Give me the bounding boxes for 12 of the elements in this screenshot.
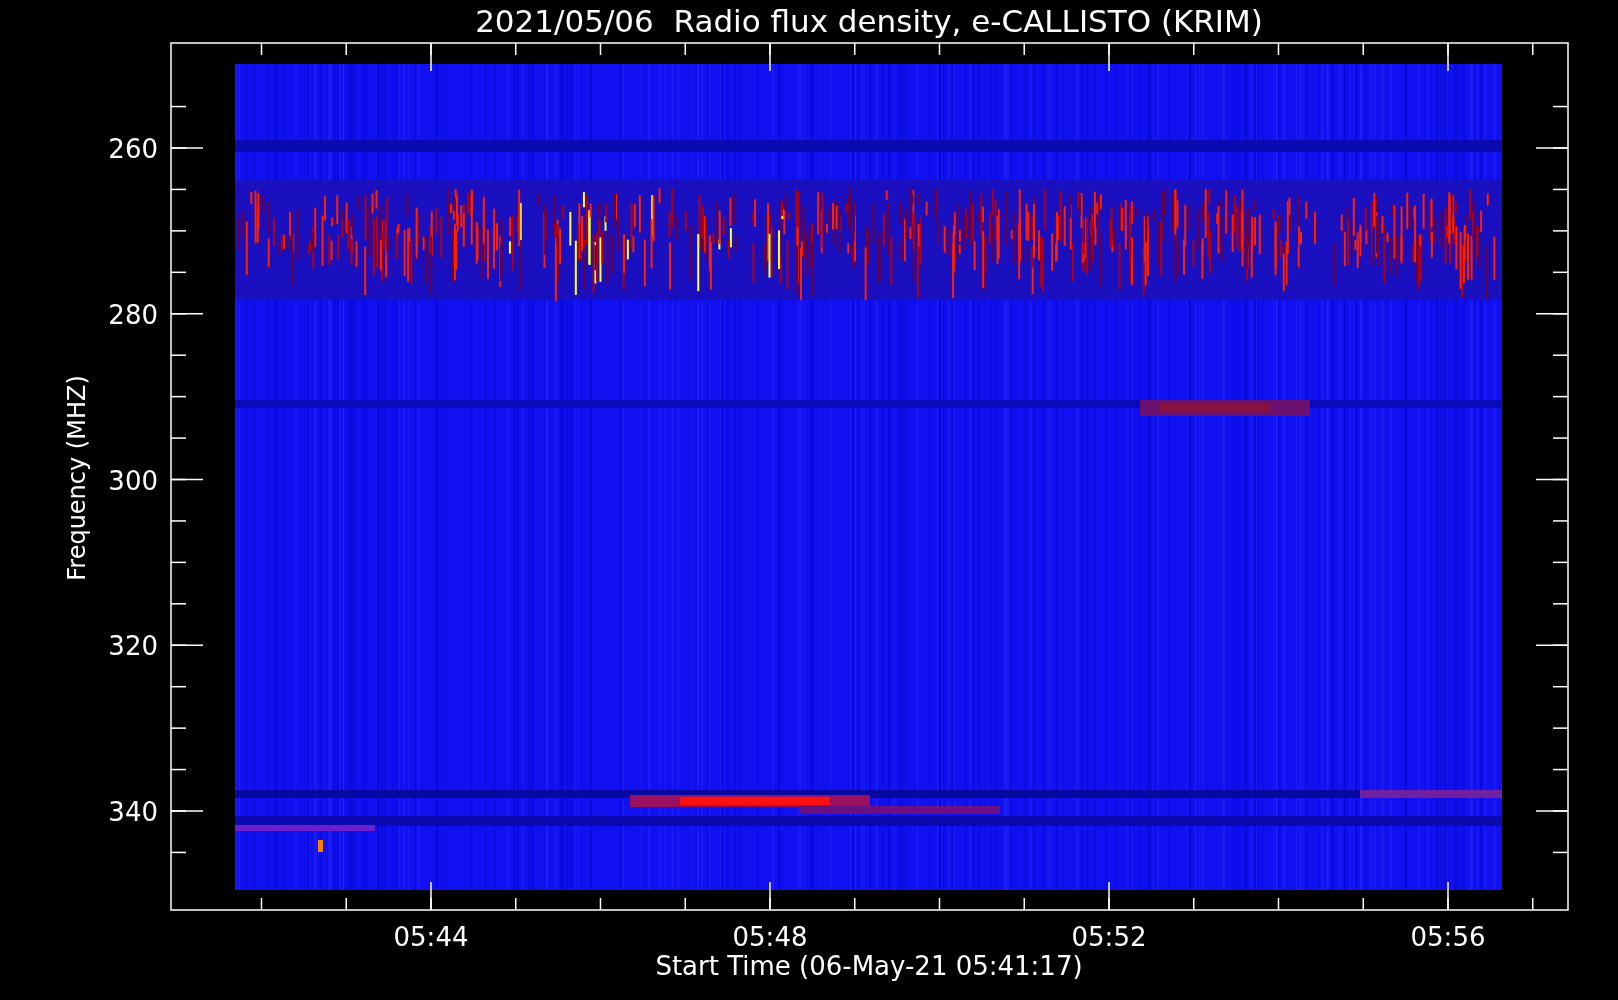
y-tick-label: 340	[108, 797, 158, 827]
y-tick-label: 280	[108, 299, 158, 330]
y-axis-label: Frequency (MHZ)	[63, 375, 91, 581]
x-axis-label: Start Time (06-May-21 05:41:17)	[655, 951, 1083, 981]
x-tick-label: 05:44	[393, 922, 469, 952]
x-tick-label: 05:56	[1410, 922, 1486, 952]
y-tick-label: 260	[108, 134, 158, 164]
x-tick-label: 05:48	[732, 922, 808, 952]
y-tick-label: 320	[108, 631, 158, 662]
x-tick-label: 05:52	[1071, 922, 1147, 952]
y-tick-label: 300	[108, 465, 158, 496]
chart-title: 2021/05/06 Radio flux density, e-CALLISTO (KRIM)	[475, 3, 1263, 39]
